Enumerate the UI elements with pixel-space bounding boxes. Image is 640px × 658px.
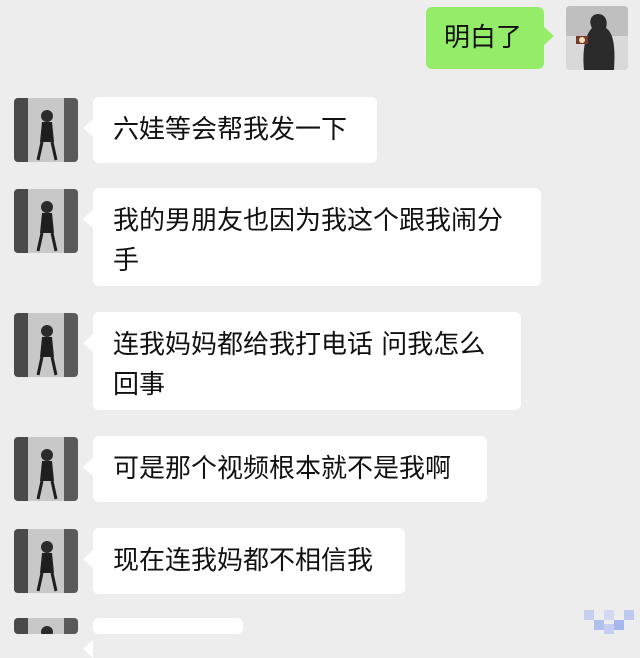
message-text: 六娃等会帮我发一下: [113, 115, 348, 145]
message-text: 连我妈妈都给我打电话 问我怎么回事: [113, 330, 486, 400]
message-bubble-incoming[interactable]: 连我妈妈都给我打电话 问我怎么回事: [83, 312, 521, 410]
girl-avatar[interactable]: [14, 529, 78, 593]
message-bubble-incoming[interactable]: 可是那个视频根本就不是我啊: [83, 436, 487, 502]
girl-avatar[interactable]: [14, 437, 78, 501]
message-bubble-incoming[interactable]: 现在连我妈都不相信我: [83, 528, 405, 594]
message-bubble-incoming[interactable]: 六娃等会帮我发一下: [83, 97, 377, 163]
message-bubble-outgoing[interactable]: 明白了: [426, 7, 554, 69]
message-text: 明白了: [444, 23, 523, 53]
girl-avatar[interactable]: [14, 618, 78, 634]
chat-view: 明白了 六娃等会帮我发一下 我的男朋友也因为我这个跟我闹分手 连我妈妈都给我打电…: [0, 0, 640, 658]
girl-avatar[interactable]: [14, 98, 78, 162]
girl-avatar[interactable]: [14, 313, 78, 377]
mosaic-watermark: [584, 610, 634, 634]
contact-avatar[interactable]: [566, 6, 628, 70]
girl-avatar[interactable]: [14, 189, 78, 253]
message-text: 我的男朋友也因为我这个跟我闹分手: [113, 206, 504, 276]
message-bubble-incoming-partial[interactable]: [83, 618, 243, 658]
message-text: 可是那个视频根本就不是我啊: [113, 454, 452, 484]
message-bubble-incoming[interactable]: 我的男朋友也因为我这个跟我闹分手: [83, 188, 541, 286]
message-text: 现在连我妈都不相信我: [113, 546, 374, 576]
